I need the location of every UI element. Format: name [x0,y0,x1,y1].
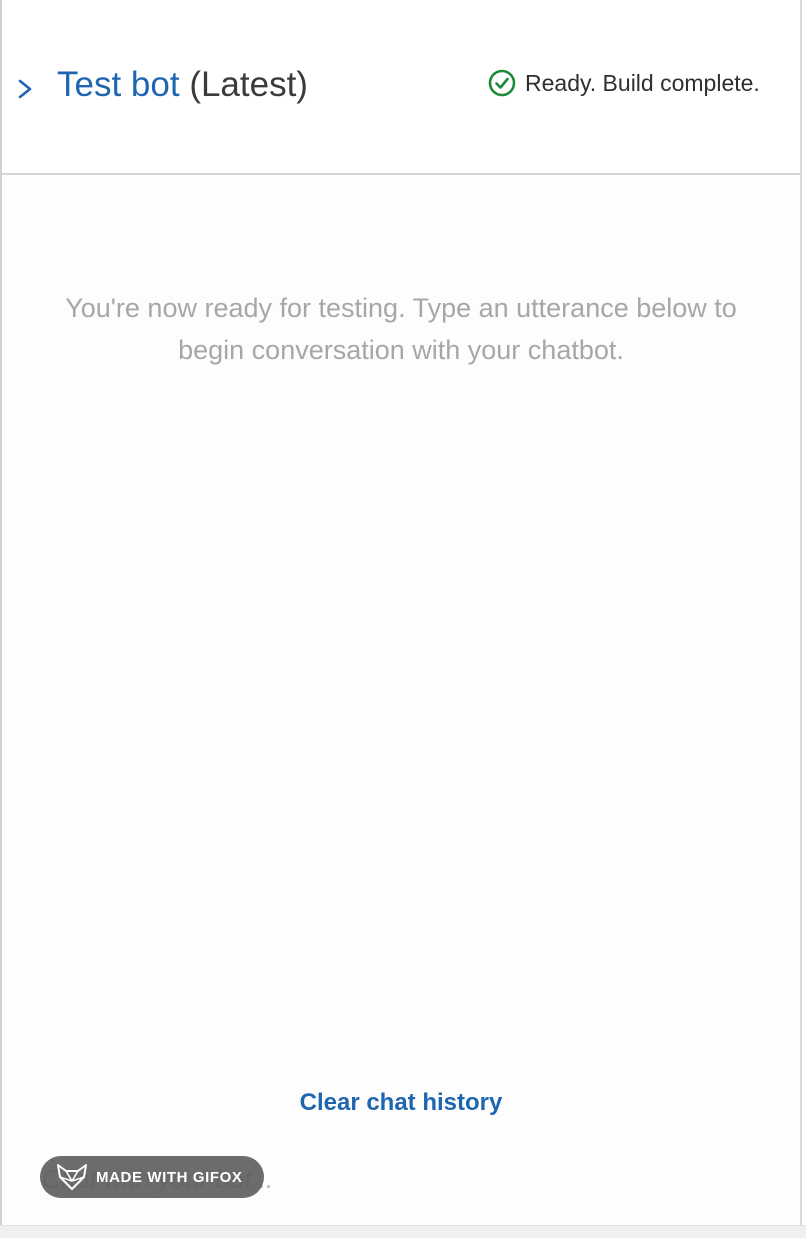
gifox-watermark: MADE WITH GIFOX [40,1156,264,1198]
check-circle-icon [488,69,516,97]
bot-name-link[interactable]: Test bot [57,65,180,104]
version-label: (Latest) [189,65,308,104]
empty-state-message: You're now ready for testing. Type an ut… [65,293,737,365]
chevron-right-icon[interactable] [14,74,38,104]
build-status: Ready. Build complete. [487,66,760,100]
status-text: Ready. Build complete. [525,69,760,96]
chat-area: You're now ready for testing. Type an ut… [2,175,800,1225]
fox-logo-icon [57,1164,87,1190]
panel-title: Test bot (Latest) [57,62,308,108]
test-bot-panel: Test bot (Latest) Ready. Build complete.… [0,0,806,1238]
clear-chat-history-link[interactable]: Clear chat history [2,1089,800,1117]
panel-right-border [800,0,802,1238]
test-bot-header: Test bot (Latest) Ready. Build complete. [2,0,800,175]
bottom-edge [0,1225,806,1238]
watermark-text: MADE WITH GIFOX [96,1168,243,1186]
